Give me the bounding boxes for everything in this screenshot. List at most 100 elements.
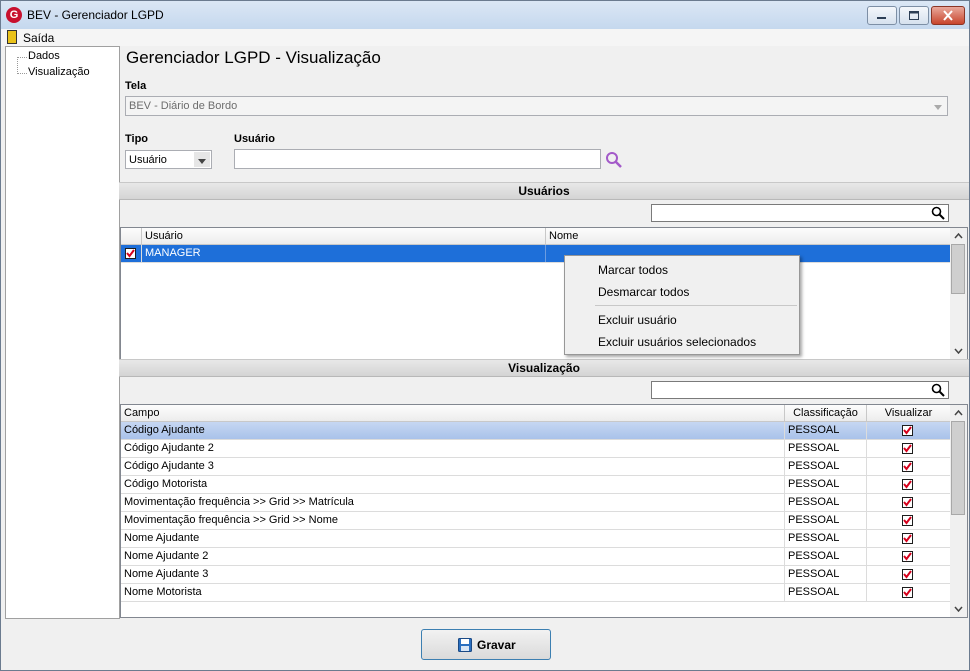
cell-visualizar: [867, 476, 950, 493]
table-row[interactable]: Código Motorista PESSOAL: [121, 476, 950, 494]
save-button[interactable]: Gravar: [421, 629, 551, 660]
tipo-select-value: Usuário: [129, 154, 167, 166]
cell-visualizar: [867, 530, 950, 547]
table-row[interactable]: Nome Ajudante 2 PESSOAL: [121, 548, 950, 566]
scroll-thumb[interactable]: [951, 244, 965, 294]
cell-campo: Código Motorista: [121, 476, 785, 493]
cell-campo: Nome Ajudante 2: [121, 548, 785, 565]
tipo-select[interactable]: Usuário: [125, 150, 212, 169]
title-bar: G BEV - Gerenciador LGPD: [1, 1, 969, 29]
save-button-label: Gravar: [477, 638, 516, 652]
tree-connector: [17, 57, 27, 58]
search-icon[interactable]: [931, 206, 945, 220]
chevron-down-icon[interactable]: [930, 98, 946, 114]
cell-classificacao: PESSOAL: [785, 440, 867, 457]
table-row[interactable]: Código Ajudante 2 PESSOAL: [121, 440, 950, 458]
tree-item-visualizacao[interactable]: Visualização: [28, 66, 90, 78]
tela-select-value: BEV - Diário de Bordo: [129, 100, 238, 112]
users-grid-scrollbar[interactable]: [950, 228, 967, 359]
row-checkbox[interactable]: [125, 248, 136, 259]
table-row[interactable]: Nome Motorista PESSOAL: [121, 584, 950, 602]
visualizar-checkbox[interactable]: [902, 425, 913, 436]
cell-classificacao: PESSOAL: [785, 422, 867, 439]
visualizar-checkbox[interactable]: [902, 551, 913, 562]
visualizar-checkbox[interactable]: [902, 515, 913, 526]
maximize-button[interactable]: [899, 6, 929, 25]
close-button[interactable]: [931, 6, 965, 25]
cell-classificacao: PESSOAL: [785, 548, 867, 565]
users-grid-header: Usuário Nome: [121, 228, 950, 245]
view-section-header: Visualização: [119, 359, 969, 377]
visualizar-checkbox[interactable]: [902, 533, 913, 544]
page-title: Gerenciador LGPD - Visualização: [126, 48, 381, 67]
menu-exit[interactable]: Saída: [23, 31, 54, 45]
table-row[interactable]: Movimentação frequência >> Grid >> Matrí…: [121, 494, 950, 512]
cell-campo: Movimentação frequência >> Grid >> Nome: [121, 512, 785, 529]
table-row[interactable]: Código Ajudante 3 PESSOAL: [121, 458, 950, 476]
cell-classificacao: PESSOAL: [785, 494, 867, 511]
table-row[interactable]: MANAGER: [121, 245, 950, 263]
cell-campo: Código Ajudante 3: [121, 458, 785, 475]
app-logo-icon: G: [6, 7, 22, 23]
main-panel: Gerenciador LGPD - Visualização Tela BEV…: [119, 46, 969, 621]
visualizar-checkbox[interactable]: [902, 443, 913, 454]
visualizar-checkbox[interactable]: [902, 587, 913, 598]
cell-classificacao: PESSOAL: [785, 458, 867, 475]
menu-item-marcar-todos[interactable]: Marcar todos: [598, 263, 668, 277]
search-icon[interactable]: [931, 383, 945, 397]
column-header-nome[interactable]: Nome: [546, 228, 950, 244]
usuario-field[interactable]: [234, 149, 601, 169]
chevron-down-icon[interactable]: [194, 152, 210, 167]
tree-connector: [17, 57, 19, 74]
exit-door-icon[interactable]: [7, 30, 17, 44]
visualizar-checkbox[interactable]: [902, 497, 913, 508]
cell-classificacao: PESSOAL: [785, 584, 867, 601]
cell-classificacao: PESSOAL: [785, 566, 867, 583]
tela-label: Tela: [125, 80, 147, 92]
cell-classificacao: PESSOAL: [785, 476, 867, 493]
cell-campo: Código Ajudante 2: [121, 440, 785, 457]
visualizar-checkbox[interactable]: [902, 569, 913, 580]
search-icon[interactable]: [605, 151, 623, 169]
cell-usuario: MANAGER: [142, 245, 546, 262]
scroll-thumb[interactable]: [951, 421, 965, 515]
cell-classificacao: PESSOAL: [785, 512, 867, 529]
tela-select[interactable]: BEV - Diário de Bordo: [125, 96, 948, 116]
view-search-input[interactable]: [651, 381, 949, 399]
column-header-campo[interactable]: Campo: [121, 405, 785, 421]
table-row[interactable]: Nome Ajudante PESSOAL: [121, 530, 950, 548]
menu-item-desmarcar-todos[interactable]: Desmarcar todos: [598, 285, 689, 299]
select-column-header[interactable]: [121, 228, 142, 244]
menu-item-excluir-selecionados[interactable]: Excluir usuários selecionados: [598, 335, 756, 349]
cell-classificacao: PESSOAL: [785, 530, 867, 547]
table-row[interactable]: Código Ajudante PESSOAL: [121, 422, 950, 440]
scroll-down-icon[interactable]: [950, 601, 967, 617]
tree-item-dados[interactable]: Dados: [28, 50, 60, 62]
menu-bar: Saída: [1, 29, 969, 46]
users-search-input[interactable]: [651, 204, 949, 222]
scroll-up-icon[interactable]: [950, 228, 967, 244]
column-header-usuario[interactable]: Usuário: [142, 228, 546, 244]
cell-visualizar: [867, 494, 950, 511]
usuario-label: Usuário: [234, 133, 275, 145]
menu-item-excluir-usuario[interactable]: Excluir usuário: [598, 313, 677, 327]
table-row[interactable]: Movimentação frequência >> Grid >> Nome P…: [121, 512, 950, 530]
minimize-button[interactable]: [867, 6, 897, 25]
scroll-up-icon[interactable]: [950, 405, 967, 421]
visualizar-checkbox[interactable]: [902, 479, 913, 490]
view-grid-scrollbar[interactable]: [950, 405, 967, 617]
column-header-classificacao[interactable]: Classificação: [785, 405, 867, 421]
users-grid: Usuário Nome MANAGER: [120, 227, 968, 360]
context-menu: Marcar todos Desmarcar todos Excluir usu…: [564, 255, 800, 355]
column-header-visualizar[interactable]: Visualizar: [867, 405, 950, 421]
table-row[interactable]: Nome Ajudante 3 PESSOAL: [121, 566, 950, 584]
view-grid-header: Campo Classificação Visualizar: [121, 405, 950, 422]
cell-visualizar: [867, 440, 950, 457]
scroll-down-icon[interactable]: [950, 343, 967, 359]
cell-campo: Nome Ajudante: [121, 530, 785, 547]
cell-campo: Código Ajudante: [121, 422, 785, 439]
navigation-tree: Dados Visualização: [5, 46, 120, 619]
cell-campo: Movimentação frequência >> Grid >> Matrí…: [121, 494, 785, 511]
window-title: BEV - Gerenciador LGPD: [27, 8, 164, 22]
visualizar-checkbox[interactable]: [902, 461, 913, 472]
